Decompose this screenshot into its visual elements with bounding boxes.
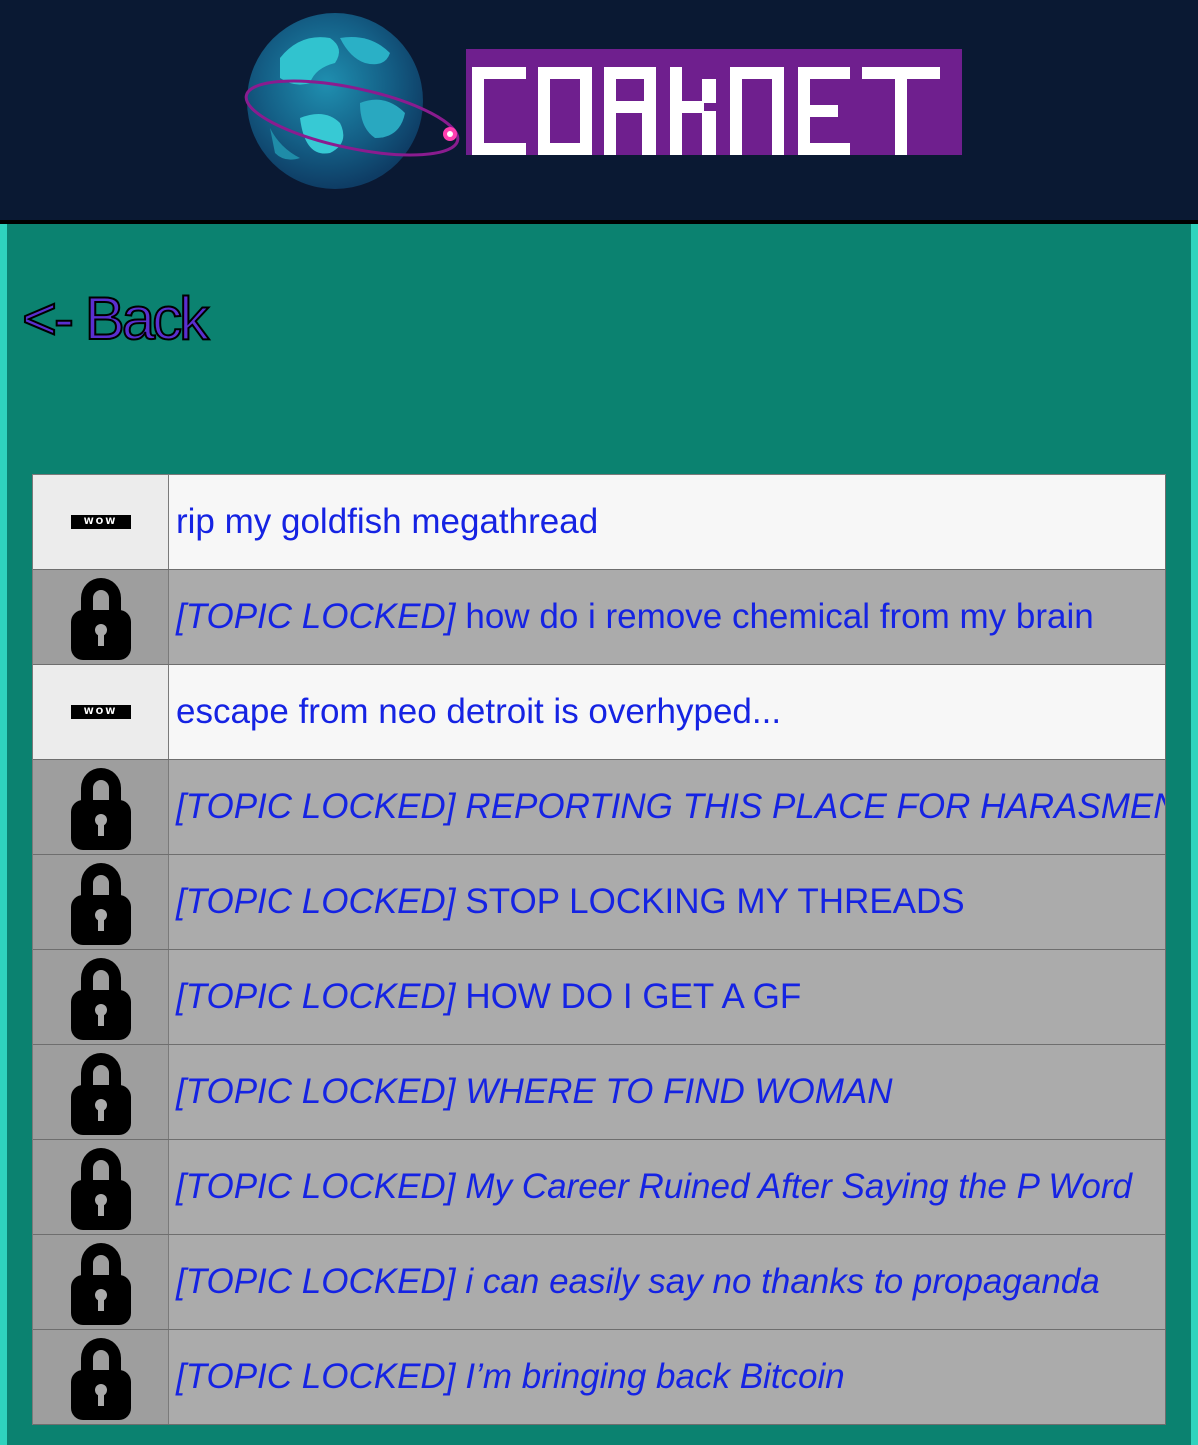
thread-row[interactable]: [TOPIC LOCKED] I’m bringing back Bitcoin <box>33 1330 1166 1425</box>
thread-title: My Career Ruined After Saying the P Word <box>465 1167 1132 1206</box>
corknet-wordmark-logo <box>466 49 962 155</box>
locked-prefix: [TOPIC LOCKED] <box>176 1357 456 1396</box>
thread-icon-cell <box>33 1140 169 1234</box>
thread-row[interactable]: [TOPIC LOCKED] how do i remove chemical f… <box>33 570 1166 665</box>
thread-list: WOW rip my goldfish megathread [TOPIC LOCK… <box>32 474 1166 1425</box>
thread-title: i can easily say no thanks to propaganda <box>465 1262 1100 1301</box>
thread-title: HOW DO I GET A GF <box>465 977 802 1016</box>
thread-icon-cell: WOW <box>33 475 169 569</box>
thread-row[interactable]: [TOPIC LOCKED] HOW DO I GET A GF <box>33 950 1166 1045</box>
padlock-icon <box>70 578 131 660</box>
site-header <box>0 0 1198 224</box>
thread-icon-cell <box>33 855 169 949</box>
thread-title: WHERE TO FIND WOMAN <box>465 1072 893 1111</box>
thread-icon-cell <box>33 950 169 1044</box>
thread-title-link[interactable]: rip my goldfish megathread <box>169 475 1165 569</box>
thread-title-link[interactable]: [TOPIC LOCKED] STOP LOCKING MY THREADS <box>169 855 1165 949</box>
thread-title-link[interactable]: [TOPIC LOCKED] how do i remove chemical f… <box>169 570 1165 664</box>
locked-prefix: [TOPIC LOCKED] <box>176 787 456 826</box>
padlock-icon <box>70 1338 131 1420</box>
thread-row[interactable]: [TOPIC LOCKED] My Career Ruined After Say… <box>33 1140 1166 1235</box>
thread-row[interactable]: WOW rip my goldfish megathread <box>33 475 1166 570</box>
thread-icon-cell: WOW <box>33 665 169 759</box>
thread-title: escape from neo detroit is overhyped... <box>176 692 782 731</box>
padlock-icon <box>70 863 131 945</box>
padlock-icon <box>70 1243 131 1325</box>
thread-title-link[interactable]: [TOPIC LOCKED] WHERE TO FIND WOMAN <box>169 1045 1165 1139</box>
thread-icon-cell <box>33 760 169 854</box>
thread-icon-cell <box>33 1045 169 1139</box>
padlock-icon <box>70 1148 131 1230</box>
globe-logo-icon <box>244 13 460 189</box>
thread-row[interactable]: [TOPIC LOCKED] WHERE TO FIND WOMAN <box>33 1045 1166 1140</box>
thread-icon-cell <box>33 1330 169 1424</box>
locked-prefix: [TOPIC LOCKED] <box>176 882 456 921</box>
back-link[interactable]: <- Back <box>21 283 210 355</box>
thread-title: I’m bringing back Bitcoin <box>465 1357 845 1396</box>
thread-title-link[interactable]: [TOPIC LOCKED] i can easily say no thanks… <box>169 1235 1165 1329</box>
thread-title: how do i remove chemical from my brain <box>465 597 1094 636</box>
thread-icon-cell <box>33 570 169 664</box>
thread-icon-cell <box>33 1235 169 1329</box>
padlock-icon <box>70 1053 131 1135</box>
thread-row[interactable]: WOW escape from neo detroit is overhyped.… <box>33 665 1166 760</box>
thread-row[interactable]: [TOPIC LOCKED] STOP LOCKING MY THREADS <box>33 855 1166 950</box>
wow-badge-icon: WOW <box>70 515 131 529</box>
locked-prefix: [TOPIC LOCKED] <box>176 1167 456 1206</box>
thread-title-link[interactable]: [TOPIC LOCKED] My Career Ruined After Say… <box>169 1140 1165 1234</box>
thread-title: rip my goldfish megathread <box>176 502 599 541</box>
thread-title-link[interactable]: escape from neo detroit is overhyped... <box>169 665 1165 759</box>
thread-title-link[interactable]: [TOPIC LOCKED] I’m bringing back Bitcoin <box>169 1330 1165 1424</box>
thread-title-link[interactable]: [TOPIC LOCKED] REPORTING THIS PLACE FOR H… <box>169 760 1165 854</box>
locked-prefix: [TOPIC LOCKED] <box>176 1262 456 1301</box>
thread-title: REPORTING THIS PLACE FOR HARASMENT <box>465 787 1165 826</box>
locked-prefix: [TOPIC LOCKED] <box>176 1072 456 1111</box>
locked-prefix: [TOPIC LOCKED] <box>176 977 456 1016</box>
padlock-icon <box>70 768 131 850</box>
thread-title: STOP LOCKING MY THREADS <box>465 882 965 921</box>
thread-row[interactable]: [TOPIC LOCKED] REPORTING THIS PLACE FOR H… <box>33 760 1166 855</box>
thread-row[interactable]: [TOPIC LOCKED] i can easily say no thanks… <box>33 1235 1166 1330</box>
wow-badge-icon: WOW <box>70 705 131 719</box>
thread-title-link[interactable]: [TOPIC LOCKED] HOW DO I GET A GF <box>169 950 1165 1044</box>
locked-prefix: [TOPIC LOCKED] <box>176 597 456 636</box>
padlock-icon <box>70 958 131 1040</box>
